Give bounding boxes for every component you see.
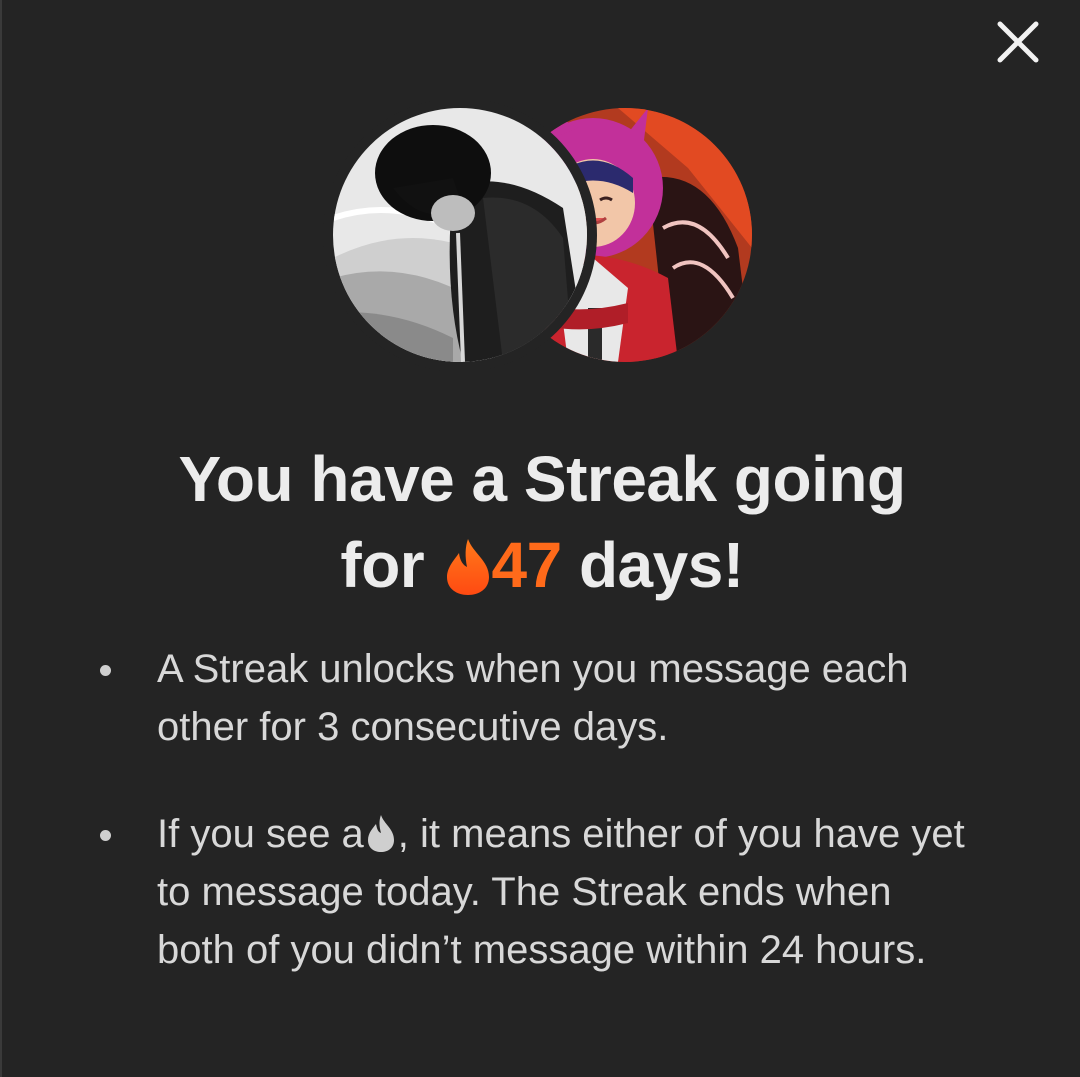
- headline-line-1: You have a Streak going: [178, 443, 906, 515]
- user-avatar: [333, 108, 587, 362]
- avatar-group: [333, 108, 753, 363]
- streak-count: 47: [491, 529, 562, 601]
- streak-headline: You have a Streak going for 47 days!: [2, 436, 1080, 608]
- flame-icon: [447, 539, 490, 595]
- close-icon: [997, 21, 1039, 63]
- bullet-text-ends: If you see a, it means either of you hav…: [157, 805, 977, 979]
- headline-days: days!: [578, 529, 744, 601]
- bullet-text-unlock: A Streak unlocks when you message each o…: [157, 647, 909, 749]
- close-button[interactable]: [994, 18, 1042, 66]
- streak-modal: You have a Streak going for 47 days! A S…: [0, 0, 1080, 1077]
- bullet-dot: [100, 665, 111, 676]
- bullet-dot: [100, 830, 111, 841]
- headline-line-2: for 47 days!: [2, 522, 1080, 608]
- bullet-prefix: If you see a: [157, 812, 364, 856]
- headline-for: for: [340, 529, 425, 601]
- gray-flame-icon: [367, 815, 394, 852]
